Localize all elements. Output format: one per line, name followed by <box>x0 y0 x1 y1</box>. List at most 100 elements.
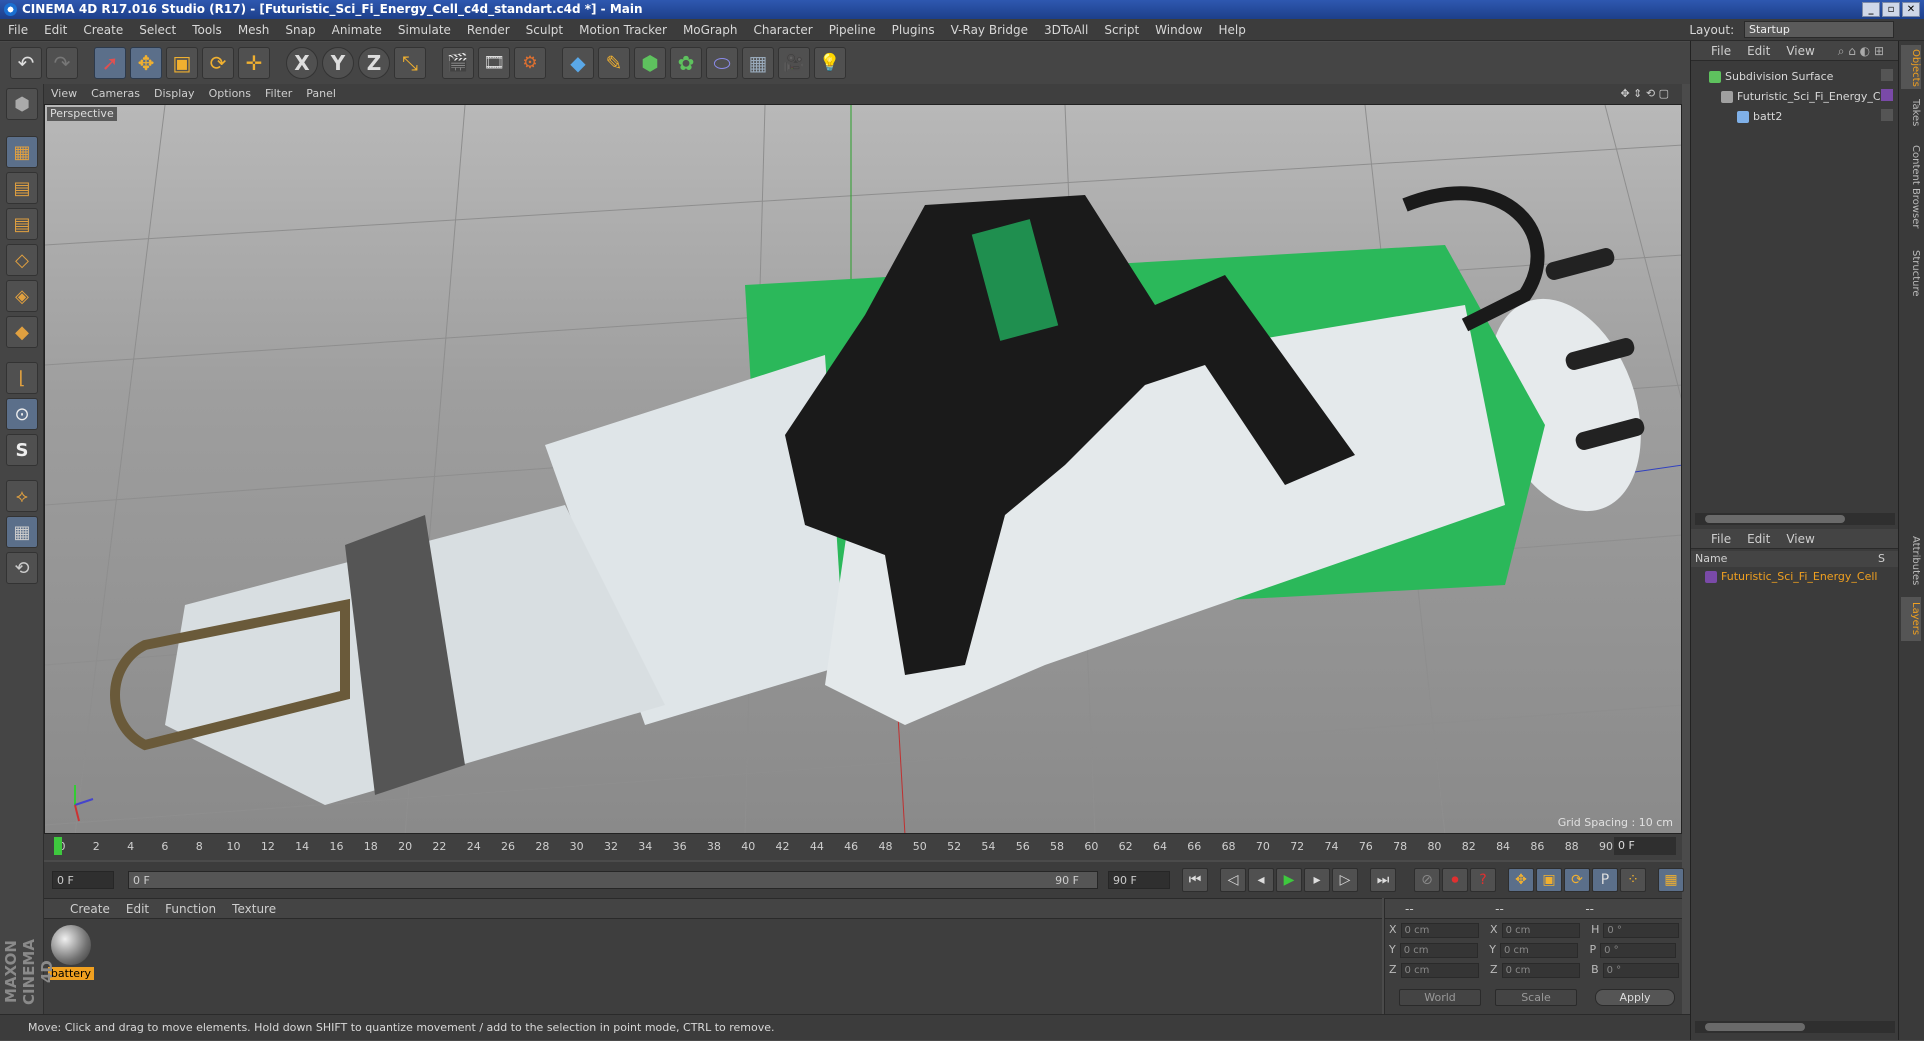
object-menu-view[interactable]: View <box>1778 41 1822 61</box>
menu-animate[interactable]: Animate <box>324 19 390 41</box>
viewport-menu-panel[interactable]: Panel <box>299 84 343 104</box>
menu-create[interactable]: Create <box>75 19 131 41</box>
menu-file[interactable]: File <box>0 19 36 41</box>
apply-button[interactable]: Apply <box>1595 989 1675 1006</box>
menu-character[interactable]: Character <box>745 19 820 41</box>
menu-tools[interactable]: Tools <box>184 19 230 41</box>
size-mode-dropdown[interactable]: Scale <box>1495 989 1577 1006</box>
rotate-tool-button[interactable]: ⟳ <box>202 47 234 79</box>
layer-menu-file[interactable]: File <box>1691 529 1739 549</box>
end-frame-field[interactable]: 90 F <box>1108 871 1170 889</box>
layer-menu-view[interactable]: View <box>1778 529 1822 549</box>
floor-button[interactable]: ▦ <box>742 47 774 79</box>
polygons-mode-button[interactable]: ◆ <box>6 316 38 348</box>
viewport-perspective[interactable]: Perspective Grid Spacing : 10 cm <box>44 104 1682 834</box>
menu-script[interactable]: Script <box>1096 19 1147 41</box>
pen-tool-button[interactable]: ✎ <box>598 47 630 79</box>
tab-objects[interactable]: Objects <box>1901 45 1921 89</box>
size-y-field[interactable]: 0 cm <box>1499 943 1578 958</box>
object-menu-edit[interactable]: Edit <box>1739 41 1778 61</box>
coord-system-dropdown[interactable]: World <box>1399 989 1481 1006</box>
tab-layers[interactable]: Layers <box>1901 597 1921 641</box>
menu-motion-tracker[interactable]: Motion Tracker <box>571 19 675 41</box>
axis-mode-button[interactable]: ⌊ <box>6 362 38 394</box>
material-menu-edit[interactable]: Edit <box>118 899 157 919</box>
cube-object-button[interactable]: ◆ <box>562 47 594 79</box>
rot-p-field[interactable]: 0 ° <box>1600 943 1677 958</box>
viewport-menu-cameras[interactable]: Cameras <box>84 84 147 104</box>
viewport-menu-filter[interactable]: Filter <box>258 84 299 104</box>
layer-menu-edit[interactable]: Edit <box>1739 529 1778 549</box>
deformer-button[interactable]: ⬭ <box>706 47 738 79</box>
previous-frame-button[interactable]: ◂ <box>1248 868 1274 892</box>
edges-mode-button[interactable]: ◈ <box>6 280 38 312</box>
menu-snap[interactable]: Snap <box>277 19 323 41</box>
menu-plugins[interactable]: Plugins <box>884 19 943 41</box>
subdivision-surface-button[interactable]: ⬢ <box>634 47 666 79</box>
tweak-mode-button[interactable]: ⊙ <box>6 398 38 430</box>
y-axis-button[interactable]: Y <box>322 47 354 79</box>
planar-workplane-button[interactable]: ⟲ <box>6 552 38 584</box>
make-editable-button[interactable]: ⬢ <box>6 88 38 120</box>
layer-energy-cell[interactable]: Futuristic_Sci_Fi_Energy_Cell <box>1691 569 1879 585</box>
layout-dropdown[interactable]: Startup <box>1744 21 1894 38</box>
points-mode-button[interactable]: ◇ <box>6 244 38 276</box>
render-settings-button[interactable]: ⚙ <box>514 47 546 79</box>
menu-pipeline[interactable]: Pipeline <box>821 19 884 41</box>
snap-button[interactable]: ⟡ <box>6 480 38 512</box>
menu-3dtoall[interactable]: 3DToAll <box>1036 19 1096 41</box>
viewport-camera-label[interactable]: Perspective <box>47 107 117 121</box>
pos-x-field[interactable]: 0 cm <box>1400 923 1479 938</box>
auto-keying-button[interactable]: ? <box>1470 868 1496 892</box>
scale-tool-button[interactable]: ▣ <box>166 47 198 79</box>
timeline-ruler[interactable]: 0 2 4 6 8 10 12 14 16 18 20 22 24 26 28 30 32 34 36 38 40 42 4… <box>44 834 1682 860</box>
undo-button[interactable]: ↶ <box>10 47 42 79</box>
key-position-button[interactable]: ✥ <box>1508 868 1534 892</box>
object-manager-search-icon[interactable]: ⌕ ⌂ ◐ ⊞ <box>1830 41 1892 61</box>
tab-content-browser[interactable]: Content Browser <box>1901 137 1921 237</box>
current-frame-field[interactable]: 0 F <box>1614 837 1676 855</box>
object-energy-cell[interactable]: Futuristic_Sci_Fi_Energy_Cell <box>1691 89 1893 105</box>
key-parameter-button[interactable]: P <box>1592 868 1618 892</box>
array-button[interactable]: ✿ <box>670 47 702 79</box>
minimize-button[interactable]: _ <box>1862 2 1880 17</box>
size-z-field[interactable]: 0 cm <box>1501 963 1580 978</box>
object-manager-scrollbar[interactable] <box>1695 513 1895 525</box>
object-batt2[interactable]: batt2 <box>1691 109 1879 125</box>
x-axis-button[interactable]: X <box>286 47 318 79</box>
redo-button[interactable]: ↷ <box>46 47 78 79</box>
menu-vray-bridge[interactable]: V-Ray Bridge <box>943 19 1036 41</box>
preview-range-slider[interactable]: 0 F 90 F <box>128 871 1098 889</box>
render-view-button[interactable]: 🎬 <box>442 47 474 79</box>
key-rotation-button[interactable]: ⟳ <box>1564 868 1590 892</box>
menu-render[interactable]: Render <box>459 19 518 41</box>
tab-takes[interactable]: Takes <box>1901 93 1921 133</box>
tab-attributes[interactable]: Attributes <box>1901 529 1921 593</box>
tab-structure[interactable]: Structure <box>1901 241 1921 305</box>
texture-mode-button[interactable]: ▤ <box>6 172 38 204</box>
pos-y-field[interactable]: 0 cm <box>1399 943 1478 958</box>
maximize-button[interactable]: ▫ <box>1882 2 1900 17</box>
live-selection-button[interactable]: ➚ <box>94 47 126 79</box>
viewport-menu-display[interactable]: Display <box>147 84 202 104</box>
pos-z-field[interactable]: 0 cm <box>1400 963 1479 978</box>
object-layer-color[interactable] <box>1881 89 1893 101</box>
workplane-mode-button[interactable]: ▤ <box>6 208 38 240</box>
size-x-field[interactable]: 0 cm <box>1501 923 1580 938</box>
next-key-button[interactable]: ▷ <box>1332 868 1358 892</box>
model-mode-button[interactable]: ▦ <box>6 136 38 168</box>
render-picture-viewer-button[interactable]: 🎞 <box>478 47 510 79</box>
material-menu-function[interactable]: Function <box>157 899 224 919</box>
menu-help[interactable]: Help <box>1210 19 1253 41</box>
menu-simulate[interactable]: Simulate <box>390 19 459 41</box>
play-button[interactable]: ▶ <box>1276 868 1302 892</box>
workplane-lock-button[interactable]: ▦ <box>6 516 38 548</box>
object-menu-file[interactable]: File <box>1691 41 1739 61</box>
next-frame-button[interactable]: ▸ <box>1304 868 1330 892</box>
viewport-nav-icons[interactable]: ✥ ⇕ ⟲ ▢ <box>1613 84 1676 104</box>
menu-sculpt[interactable]: Sculpt <box>518 19 571 41</box>
timeline-window-button[interactable]: ▦ <box>1658 868 1684 892</box>
viewport-menu-options[interactable]: Options <box>202 84 258 104</box>
menu-window[interactable]: Window <box>1147 19 1210 41</box>
menu-edit[interactable]: Edit <box>36 19 75 41</box>
